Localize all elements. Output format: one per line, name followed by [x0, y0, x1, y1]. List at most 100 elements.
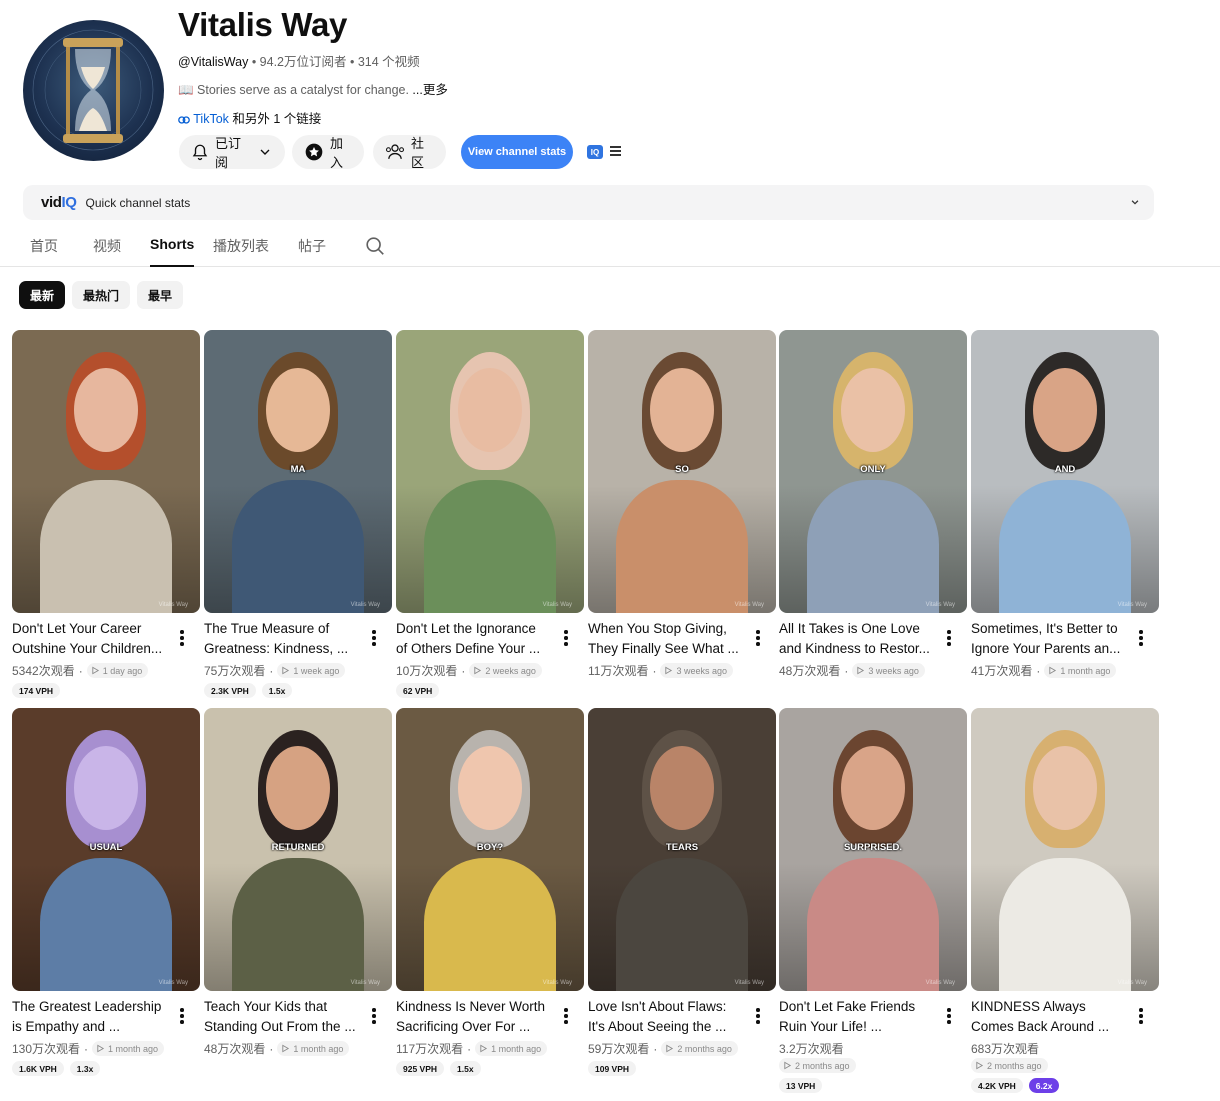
more-options-icon[interactable]: [564, 630, 568, 648]
join-button[interactable]: 加入: [292, 135, 364, 170]
chip-latest[interactable]: 最新: [19, 281, 66, 309]
more-options-icon[interactable]: [1139, 630, 1143, 648]
channel-description[interactable]: 📖 Stories serve as a catalyst for change…: [178, 79, 448, 98]
short-thumbnail[interactable]: Vitalis Way: [12, 330, 200, 613]
short-title[interactable]: Teach Your Kids that Standing Out From t…: [204, 997, 366, 1036]
community-button[interactable]: 社区: [373, 135, 446, 170]
short-thumbnail[interactable]: SURPRISED. Vitalis Way: [779, 708, 967, 991]
outlier-score-badge: 1.3x: [69, 1061, 101, 1076]
short-title[interactable]: Don't Let Your Career Outshine Your Chil…: [12, 619, 174, 658]
more-options-icon[interactable]: [372, 1008, 376, 1026]
thumbnail-watermark: Vitalis Way: [734, 602, 764, 608]
community-label: 社区: [411, 136, 425, 170]
search-icon[interactable]: [364, 235, 386, 257]
short-title[interactable]: Don't Let the Ignorance of Others Define…: [396, 619, 558, 658]
channel-meta: @VitalisWay • 94.2万位订阅者 • 314 个视频: [178, 51, 420, 70]
tab-playlists[interactable]: 播放列表: [213, 236, 269, 267]
tiktok-link[interactable]: TikTok: [193, 112, 229, 126]
short-thumbnail[interactable]: BOY? Vitalis Way: [396, 708, 584, 991]
short-title-line: When You Stop Giving,: [588, 621, 727, 636]
vph-badge: 925 VPH: [396, 1061, 445, 1076]
outlier-score-badge: 6.2x: [1028, 1078, 1060, 1093]
shorts-play-icon: [976, 1061, 984, 1070]
upload-age: 1 month ago: [108, 1043, 159, 1054]
short-thumbnail[interactable]: SO Vitalis Way: [588, 330, 776, 613]
shorts-play-icon: [474, 666, 482, 675]
vph-badge: 4.2K VPH: [971, 1078, 1023, 1093]
chevron-down-icon[interactable]: [1130, 197, 1140, 207]
short-title[interactable]: Don't Let Fake Friends Ruin Your Life! .…: [779, 997, 941, 1036]
view-count: 3.2万次观看: [779, 1042, 844, 1056]
short-title-line: Outshine Your Children...: [12, 640, 163, 656]
more-links-text[interactable]: 和另外 1 个链接: [229, 112, 321, 126]
short-title-line: Ignore Your Parents an...: [971, 640, 1121, 656]
subscribed-button[interactable]: 已订阅: [179, 135, 285, 170]
short-title[interactable]: Love Isn't About Flaws: It's About Seein…: [588, 997, 750, 1036]
view-channel-stats-button[interactable]: View channel stats: [461, 135, 573, 169]
short-title[interactable]: Kindness Is Never Worth Sacrificing Over…: [396, 997, 558, 1036]
more-options-icon[interactable]: [1139, 1008, 1143, 1026]
tab-posts[interactable]: 帖子: [298, 236, 326, 267]
vidiq-icon[interactable]: IQ: [587, 145, 603, 159]
channel-links[interactable]: TikTok 和另外 1 个链接: [178, 108, 321, 127]
short-title[interactable]: The Greatest Leadership is Empathy and .…: [12, 997, 174, 1036]
tab-home[interactable]: 首页: [30, 236, 58, 267]
upload-age: 1 month ago: [491, 1043, 542, 1054]
short-title-line: The Greatest Leadership: [12, 999, 162, 1014]
more-options-icon[interactable]: [372, 630, 376, 648]
short-thumbnail[interactable]: Vitalis Way: [396, 330, 584, 613]
tab-shorts[interactable]: Shorts: [150, 236, 195, 267]
short-stats-tags: 174 VPH: [12, 683, 61, 698]
more-options-icon[interactable]: [180, 1008, 184, 1026]
short-thumbnail[interactable]: MA Vitalis Way: [204, 330, 392, 613]
more-options-icon[interactable]: [947, 1008, 951, 1026]
upload-age-badge: 1 week ago: [277, 663, 346, 678]
more-link[interactable]: ...更多: [412, 83, 447, 97]
thumbnail-figure-body: [40, 858, 172, 991]
channel-handle: @VitalisWay: [178, 55, 249, 69]
upload-age-badge: 1 day ago: [86, 663, 149, 678]
more-options-icon[interactable]: [756, 1008, 760, 1026]
short-title[interactable]: When You Stop Giving, They Finally See W…: [588, 619, 750, 658]
chip-oldest[interactable]: 最早: [137, 281, 184, 309]
short-thumbnail[interactable]: AND Vitalis Way: [971, 330, 1159, 613]
thumbnail-figure-body: [999, 480, 1131, 613]
upload-age-badge: 2 months ago: [779, 1058, 856, 1073]
short-thumbnail[interactable]: ONLY Vitalis Way: [779, 330, 967, 613]
thumbnail-caption: RETURNED: [271, 842, 325, 853]
short-thumbnail[interactable]: USUAL Vitalis Way: [12, 708, 200, 991]
thumbnail-figure-body: [616, 480, 748, 613]
channel-avatar[interactable]: [23, 20, 164, 161]
shorts-play-icon: [666, 1044, 674, 1053]
short-stats-tags: 109 VPH: [588, 1061, 637, 1076]
vidiq-quick-stats-bar[interactable]: vidIQ Quick channel stats: [23, 185, 1154, 220]
more-options-icon[interactable]: [564, 1008, 568, 1026]
short-stats-tags: 4.2K VPH 6.2x: [971, 1078, 1060, 1093]
shorts-play-icon: [480, 1044, 488, 1053]
shorts-play-icon: [97, 1044, 105, 1053]
short-title[interactable]: Sometimes, It's Better to Ignore Your Pa…: [971, 619, 1133, 658]
chip-popular[interactable]: 最热门: [72, 281, 131, 309]
more-options-icon[interactable]: [947, 630, 951, 648]
thumbnail-watermark: Vitalis Way: [925, 980, 955, 986]
short-thumbnail[interactable]: RETURNED Vitalis Way: [204, 708, 392, 991]
thumbnail-watermark: Vitalis Way: [350, 602, 380, 608]
thumbnail-caption: ONLY: [860, 464, 886, 475]
menu-icon[interactable]: [610, 146, 621, 156]
short-thumbnail[interactable]: TEARS Vitalis Way: [588, 708, 776, 991]
short-title-line: Greatness: Kindness, ...: [204, 640, 349, 656]
chevron-down-icon: [260, 149, 270, 155]
short-title[interactable]: All It Takes is One Love and Kindness to…: [779, 619, 941, 658]
short-title[interactable]: The True Measure of Greatness: Kindness,…: [204, 619, 366, 658]
short-thumbnail[interactable]: Vitalis Way: [971, 708, 1159, 991]
shorts-play-icon: [857, 666, 865, 675]
upload-age-badge: 1 month ago: [1044, 663, 1117, 678]
tab-videos[interactable]: 视频: [93, 236, 121, 267]
more-options-icon[interactable]: [180, 630, 184, 648]
more-options-icon[interactable]: [756, 630, 760, 648]
view-count: 48万次观看: [779, 664, 841, 678]
upload-age: 1 month ago: [1060, 665, 1111, 676]
thumbnail-watermark: Vitalis Way: [350, 980, 380, 986]
short-meta: 117万次观看 · 1 month ago: [396, 1040, 548, 1057]
short-title[interactable]: KINDNESS Always Comes Back Around ...: [971, 997, 1133, 1036]
